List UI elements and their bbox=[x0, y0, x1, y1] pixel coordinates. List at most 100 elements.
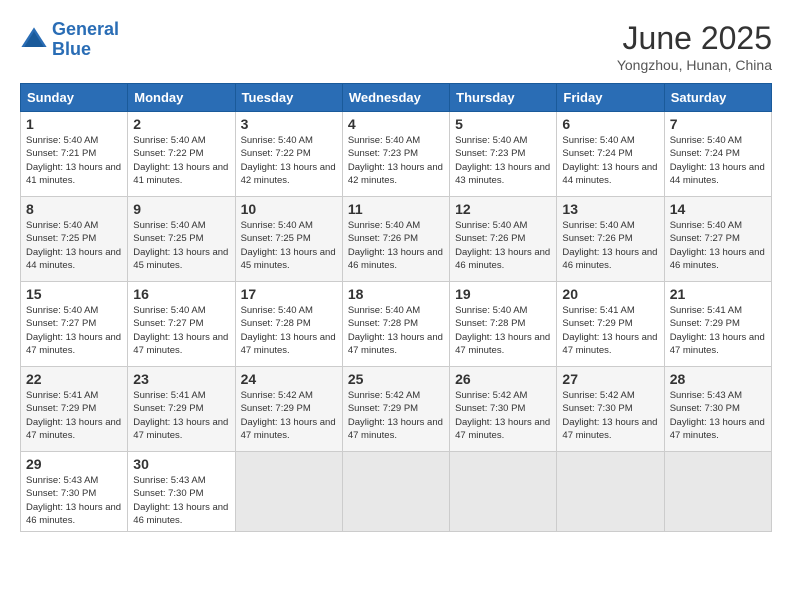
cell-details: Sunrise: 5:40 AMSunset: 7:25 PMDaylight:… bbox=[241, 220, 336, 271]
calendar-cell bbox=[664, 452, 771, 532]
cell-details: Sunrise: 5:41 AMSunset: 7:29 PMDaylight:… bbox=[562, 305, 657, 356]
day-number: 28 bbox=[670, 371, 766, 387]
day-number: 1 bbox=[26, 116, 122, 132]
calendar-cell: 29 Sunrise: 5:43 AMSunset: 7:30 PMDaylig… bbox=[21, 452, 128, 532]
cell-details: Sunrise: 5:40 AMSunset: 7:21 PMDaylight:… bbox=[26, 135, 121, 186]
day-number: 26 bbox=[455, 371, 551, 387]
title-area: June 2025 Yongzhou, Hunan, China bbox=[617, 20, 772, 73]
cell-details: Sunrise: 5:40 AMSunset: 7:28 PMDaylight:… bbox=[241, 305, 336, 356]
calendar-cell: 20 Sunrise: 5:41 AMSunset: 7:29 PMDaylig… bbox=[557, 282, 664, 367]
calendar-cell: 28 Sunrise: 5:43 AMSunset: 7:30 PMDaylig… bbox=[664, 367, 771, 452]
weekday-header: Wednesday bbox=[342, 84, 449, 112]
calendar-cell: 21 Sunrise: 5:41 AMSunset: 7:29 PMDaylig… bbox=[664, 282, 771, 367]
day-number: 7 bbox=[670, 116, 766, 132]
cell-details: Sunrise: 5:41 AMSunset: 7:29 PMDaylight:… bbox=[133, 390, 228, 441]
calendar-cell: 15 Sunrise: 5:40 AMSunset: 7:27 PMDaylig… bbox=[21, 282, 128, 367]
calendar-cell: 3 Sunrise: 5:40 AMSunset: 7:22 PMDayligh… bbox=[235, 112, 342, 197]
calendar-cell: 8 Sunrise: 5:40 AMSunset: 7:25 PMDayligh… bbox=[21, 197, 128, 282]
calendar-cell: 16 Sunrise: 5:40 AMSunset: 7:27 PMDaylig… bbox=[128, 282, 235, 367]
logo-text: General Blue bbox=[52, 20, 119, 60]
day-number: 30 bbox=[133, 456, 229, 472]
cell-details: Sunrise: 5:40 AMSunset: 7:24 PMDaylight:… bbox=[670, 135, 765, 186]
calendar-cell: 19 Sunrise: 5:40 AMSunset: 7:28 PMDaylig… bbox=[450, 282, 557, 367]
cell-details: Sunrise: 5:42 AMSunset: 7:29 PMDaylight:… bbox=[241, 390, 336, 441]
day-number: 29 bbox=[26, 456, 122, 472]
day-number: 24 bbox=[241, 371, 337, 387]
day-number: 2 bbox=[133, 116, 229, 132]
calendar-cell: 6 Sunrise: 5:40 AMSunset: 7:24 PMDayligh… bbox=[557, 112, 664, 197]
day-number: 20 bbox=[562, 286, 658, 302]
cell-details: Sunrise: 5:40 AMSunset: 7:23 PMDaylight:… bbox=[455, 135, 550, 186]
calendar-cell: 11 Sunrise: 5:40 AMSunset: 7:26 PMDaylig… bbox=[342, 197, 449, 282]
calendar-cell: 25 Sunrise: 5:42 AMSunset: 7:29 PMDaylig… bbox=[342, 367, 449, 452]
day-number: 22 bbox=[26, 371, 122, 387]
calendar-cell bbox=[235, 452, 342, 532]
cell-details: Sunrise: 5:40 AMSunset: 7:25 PMDaylight:… bbox=[133, 220, 228, 271]
day-number: 23 bbox=[133, 371, 229, 387]
day-number: 3 bbox=[241, 116, 337, 132]
logo: General Blue bbox=[20, 20, 119, 60]
cell-details: Sunrise: 5:40 AMSunset: 7:26 PMDaylight:… bbox=[562, 220, 657, 271]
cell-details: Sunrise: 5:40 AMSunset: 7:23 PMDaylight:… bbox=[348, 135, 443, 186]
calendar-cell: 23 Sunrise: 5:41 AMSunset: 7:29 PMDaylig… bbox=[128, 367, 235, 452]
cell-details: Sunrise: 5:40 AMSunset: 7:27 PMDaylight:… bbox=[670, 220, 765, 271]
cell-details: Sunrise: 5:40 AMSunset: 7:27 PMDaylight:… bbox=[133, 305, 228, 356]
day-number: 14 bbox=[670, 201, 766, 217]
day-number: 25 bbox=[348, 371, 444, 387]
calendar-table: SundayMondayTuesdayWednesdayThursdayFrid… bbox=[20, 83, 772, 532]
weekday-header: Tuesday bbox=[235, 84, 342, 112]
calendar-cell: 13 Sunrise: 5:40 AMSunset: 7:26 PMDaylig… bbox=[557, 197, 664, 282]
weekday-header-row: SundayMondayTuesdayWednesdayThursdayFrid… bbox=[21, 84, 772, 112]
cell-details: Sunrise: 5:42 AMSunset: 7:30 PMDaylight:… bbox=[455, 390, 550, 441]
calendar-cell bbox=[450, 452, 557, 532]
cell-details: Sunrise: 5:40 AMSunset: 7:27 PMDaylight:… bbox=[26, 305, 121, 356]
calendar-cell: 18 Sunrise: 5:40 AMSunset: 7:28 PMDaylig… bbox=[342, 282, 449, 367]
calendar-week-row: 29 Sunrise: 5:43 AMSunset: 7:30 PMDaylig… bbox=[21, 452, 772, 532]
calendar-cell: 5 Sunrise: 5:40 AMSunset: 7:23 PMDayligh… bbox=[450, 112, 557, 197]
calendar-cell: 14 Sunrise: 5:40 AMSunset: 7:27 PMDaylig… bbox=[664, 197, 771, 282]
cell-details: Sunrise: 5:40 AMSunset: 7:26 PMDaylight:… bbox=[455, 220, 550, 271]
cell-details: Sunrise: 5:40 AMSunset: 7:28 PMDaylight:… bbox=[455, 305, 550, 356]
cell-details: Sunrise: 5:41 AMSunset: 7:29 PMDaylight:… bbox=[670, 305, 765, 356]
month-title: June 2025 bbox=[617, 20, 772, 57]
cell-details: Sunrise: 5:40 AMSunset: 7:22 PMDaylight:… bbox=[241, 135, 336, 186]
calendar-week-row: 1 Sunrise: 5:40 AMSunset: 7:21 PMDayligh… bbox=[21, 112, 772, 197]
weekday-header: Thursday bbox=[450, 84, 557, 112]
weekday-header: Sunday bbox=[21, 84, 128, 112]
day-number: 17 bbox=[241, 286, 337, 302]
cell-details: Sunrise: 5:42 AMSunset: 7:29 PMDaylight:… bbox=[348, 390, 443, 441]
day-number: 21 bbox=[670, 286, 766, 302]
day-number: 15 bbox=[26, 286, 122, 302]
day-number: 4 bbox=[348, 116, 444, 132]
cell-details: Sunrise: 5:43 AMSunset: 7:30 PMDaylight:… bbox=[26, 475, 121, 526]
day-number: 11 bbox=[348, 201, 444, 217]
day-number: 13 bbox=[562, 201, 658, 217]
day-number: 16 bbox=[133, 286, 229, 302]
calendar-week-row: 22 Sunrise: 5:41 AMSunset: 7:29 PMDaylig… bbox=[21, 367, 772, 452]
weekday-header: Friday bbox=[557, 84, 664, 112]
cell-details: Sunrise: 5:40 AMSunset: 7:22 PMDaylight:… bbox=[133, 135, 228, 186]
calendar-cell: 2 Sunrise: 5:40 AMSunset: 7:22 PMDayligh… bbox=[128, 112, 235, 197]
calendar-cell: 4 Sunrise: 5:40 AMSunset: 7:23 PMDayligh… bbox=[342, 112, 449, 197]
weekday-header: Monday bbox=[128, 84, 235, 112]
day-number: 6 bbox=[562, 116, 658, 132]
cell-details: Sunrise: 5:40 AMSunset: 7:24 PMDaylight:… bbox=[562, 135, 657, 186]
calendar-week-row: 8 Sunrise: 5:40 AMSunset: 7:25 PMDayligh… bbox=[21, 197, 772, 282]
calendar-cell: 27 Sunrise: 5:42 AMSunset: 7:30 PMDaylig… bbox=[557, 367, 664, 452]
calendar-cell: 1 Sunrise: 5:40 AMSunset: 7:21 PMDayligh… bbox=[21, 112, 128, 197]
day-number: 18 bbox=[348, 286, 444, 302]
day-number: 27 bbox=[562, 371, 658, 387]
page-header: General Blue June 2025 Yongzhou, Hunan, … bbox=[20, 20, 772, 73]
day-number: 12 bbox=[455, 201, 551, 217]
cell-details: Sunrise: 5:40 AMSunset: 7:28 PMDaylight:… bbox=[348, 305, 443, 356]
calendar-cell: 7 Sunrise: 5:40 AMSunset: 7:24 PMDayligh… bbox=[664, 112, 771, 197]
day-number: 8 bbox=[26, 201, 122, 217]
day-number: 10 bbox=[241, 201, 337, 217]
calendar-week-row: 15 Sunrise: 5:40 AMSunset: 7:27 PMDaylig… bbox=[21, 282, 772, 367]
calendar-cell: 10 Sunrise: 5:40 AMSunset: 7:25 PMDaylig… bbox=[235, 197, 342, 282]
day-number: 5 bbox=[455, 116, 551, 132]
calendar-cell bbox=[557, 452, 664, 532]
cell-details: Sunrise: 5:40 AMSunset: 7:26 PMDaylight:… bbox=[348, 220, 443, 271]
day-number: 19 bbox=[455, 286, 551, 302]
location-subtitle: Yongzhou, Hunan, China bbox=[617, 57, 772, 73]
